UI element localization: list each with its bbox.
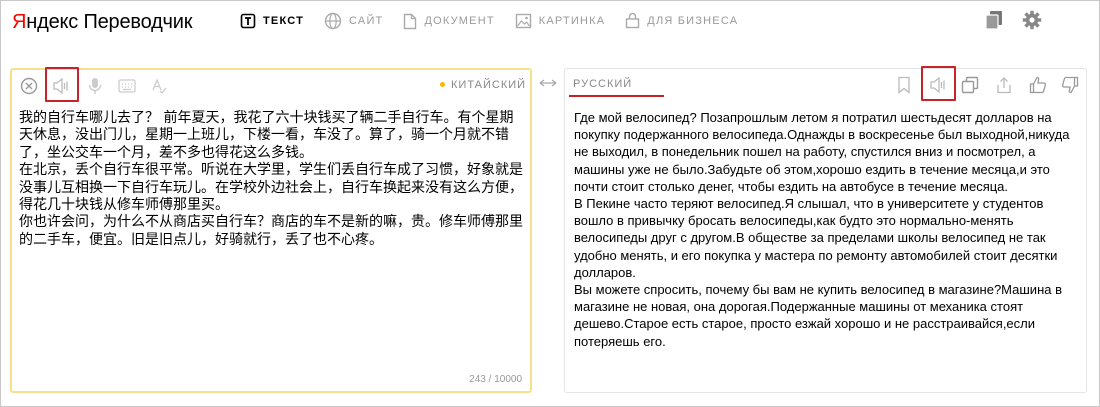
logo-brand-rest: ндекс	[26, 11, 79, 33]
swap-languages-button[interactable]	[538, 76, 558, 90]
thumbs-up-icon[interactable]	[1027, 74, 1049, 96]
tab-image[interactable]: КАРТИНКА	[515, 13, 606, 29]
image-icon	[515, 13, 532, 29]
logo[interactable]: Яндекс Переводчик	[12, 8, 192, 36]
source-toolbar: КИТАЙСКИЙ	[12, 67, 530, 102]
target-language[interactable]: РУССКИЙ	[573, 78, 632, 90]
globe-icon	[324, 12, 342, 30]
header-actions	[984, 10, 1042, 30]
tab-image-label: КАРТИНКА	[538, 15, 606, 27]
speaker-icon-target[interactable]	[927, 74, 949, 96]
collections-icon[interactable]	[984, 10, 1004, 30]
speaker-icon-source[interactable]	[50, 75, 72, 97]
tab-site-label: САЙТ	[349, 15, 384, 27]
logo-brand-first: Я	[12, 11, 27, 33]
tab-business-label: ДЛЯ БИЗНЕСА	[647, 15, 739, 27]
tab-site[interactable]: САЙТ	[324, 12, 383, 30]
language-dot-icon	[440, 81, 445, 87]
spellcheck-icon[interactable]	[148, 75, 170, 97]
source-language-label: КИТАЙСКИЙ	[451, 79, 527, 91]
target-language-label: РУССКИЙ	[573, 78, 633, 90]
source-panel: КИТАЙСКИЙ 我的自行车哪儿去了？ 前年夏天，我花了六十块钱买了辆二手自行…	[10, 67, 532, 393]
text-icon	[240, 13, 256, 29]
copy-icon[interactable]	[959, 74, 981, 96]
tab-document[interactable]: ДОКУМЕНТ	[403, 13, 494, 30]
source-language[interactable]: КИТАЙСКИЙ	[440, 79, 526, 91]
char-counter: 243 / 10000	[469, 374, 522, 385]
tab-text[interactable]: ТЕКСТ	[240, 13, 304, 29]
translation-output: Где мой велосипед? Позапрошлым летом я п…	[574, 110, 1070, 349]
keyboard-icon[interactable]	[116, 75, 138, 97]
target-panel: РУССКИЙ Где мой велосипед? Позапрошлым л…	[564, 66, 1087, 393]
tab-document-label: ДОКУМЕНТ	[424, 15, 495, 27]
clear-icon[interactable]	[18, 75, 40, 97]
gear-icon[interactable]	[1022, 10, 1042, 30]
logo-service: Переводчик	[83, 11, 193, 33]
briefcase-icon	[625, 13, 640, 29]
document-icon	[403, 13, 417, 30]
target-language-underline	[569, 95, 664, 97]
microphone-icon[interactable]	[84, 75, 106, 97]
tab-text-label: ТЕКСТ	[263, 15, 305, 27]
swap-arrows-icon	[539, 79, 557, 87]
thumbs-down-icon[interactable]	[1059, 74, 1081, 96]
source-text-input[interactable]: 我的自行车哪儿去了？ 前年夏天，我花了六十块钱买了辆二手自行车。有个星期天休息，…	[19, 110, 525, 249]
bookmark-icon[interactable]	[893, 74, 915, 96]
target-toolbar: РУССКИЙ	[565, 66, 1086, 101]
nav-tabs: ТЕКСТ САЙТ ДОКУМЕНТ КАРТИНКА ДЛЯ БИЗНЕСА	[240, 10, 758, 32]
share-icon[interactable]	[993, 74, 1015, 96]
tab-business[interactable]: ДЛЯ БИЗНЕСА	[625, 13, 738, 29]
